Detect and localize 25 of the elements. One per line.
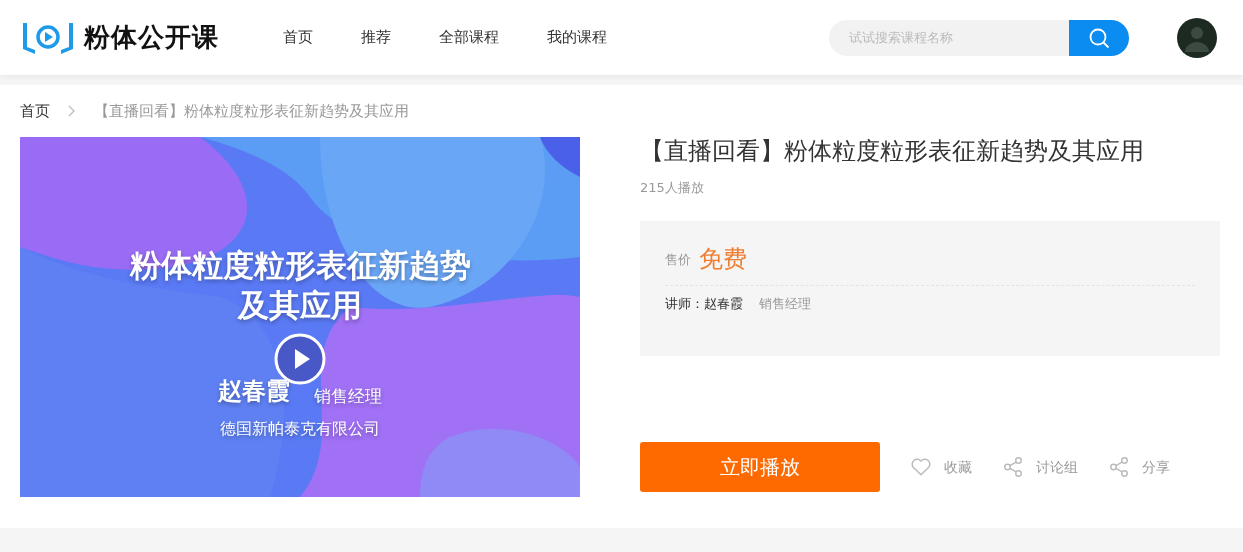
lecturer-name: 讲师：赵春霞: [665, 295, 743, 314]
logo-icon: [20, 20, 76, 55]
nav-link[interactable]: 推荐: [361, 26, 391, 49]
price: 免费: [699, 244, 747, 276]
company-name: 德国新帕泰克有限公司: [220, 419, 380, 438]
avatar[interactable]: [1177, 17, 1217, 58]
nav-link[interactable]: 首页: [283, 26, 313, 49]
speaker-role: 销售经理: [314, 384, 382, 408]
breadcrumb-link[interactable]: 首页: [20, 99, 50, 123]
lecturer-role: 销售经理: [759, 295, 811, 314]
speaker-name: 赵春霞: [218, 376, 290, 407]
breadcrumb-current: 【直播回看】粉体粒度粒形表征新趋势及其应用: [94, 100, 409, 122]
nav-link[interactable]: 全部课程: [439, 26, 499, 49]
cover-title: 及其应用: [238, 287, 362, 324]
chevron-icon: [68, 105, 76, 117]
price-label: 售价: [665, 250, 691, 269]
share-icon: [1002, 456, 1024, 479]
cover-title: 粉体粒度粒形表征新趋势: [129, 247, 471, 283]
course-title: 【直播回看】粉体粒度粒形表征新趋势及其应用: [640, 137, 1145, 166]
share-icon: [1108, 456, 1130, 479]
search-button[interactable]: [1069, 19, 1129, 56]
search-icon: [1088, 26, 1110, 49]
logo-text: 粉体公开课: [84, 21, 219, 54]
nav-link[interactable]: 我的课程: [547, 26, 607, 49]
play-count: 215人播放: [640, 178, 705, 197]
